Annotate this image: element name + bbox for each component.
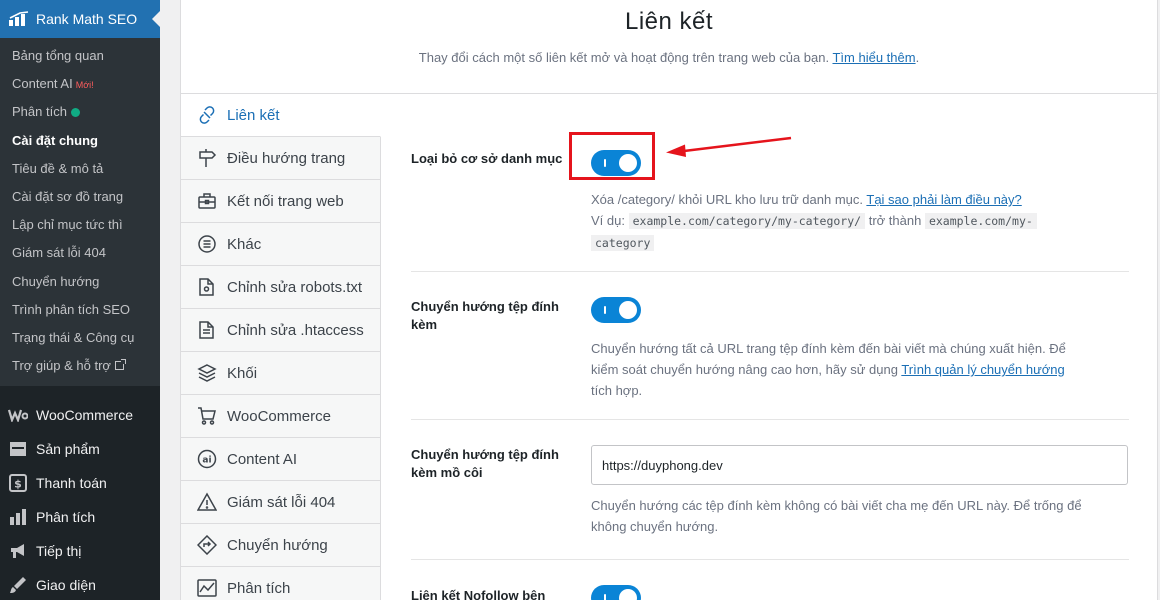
setting-label: Loại bỏ cơ sở danh mục: [411, 151, 563, 166]
tab-404-monitor[interactable]: Giám sát lỗi 404: [181, 481, 381, 524]
submenu-general-settings[interactable]: Cài đặt chung: [0, 127, 160, 155]
annotation-arrow: [666, 136, 792, 157]
example-code: example.com/my-: [924, 213, 1037, 229]
payments-icon: $: [8, 474, 28, 493]
folder-icon: [199, 278, 214, 296]
tab-htaccess[interactable]: Chỉnh sửa .htaccess: [181, 309, 381, 352]
nofollow-external-toggle[interactable]: [591, 585, 641, 600]
page-header: Liên kết Thay đổi cách một số liên kết m…: [181, 0, 1157, 94]
external-link-icon: [114, 359, 126, 371]
tab-content-ai[interactable]: ai Content AI: [181, 438, 381, 481]
analytics-icon: [8, 508, 28, 526]
rank-math-title: Rank Math SEO: [36, 11, 138, 27]
paintbrush-icon: [8, 576, 28, 594]
svg-text:$: $: [14, 478, 22, 491]
setting-description: Chuyển hướng tất cả URL trang tệp đính k…: [591, 341, 1066, 398]
setting-nofollow-external: Liên kết Nofollow bên: [411, 560, 1129, 600]
submenu-instant-indexing[interactable]: Lập chỉ mục tức thì: [0, 211, 160, 239]
page-title: Liên kết: [624, 8, 714, 35]
tab-analytics[interactable]: Phân tích: [181, 567, 381, 600]
rank-math-menu[interactable]: Rank Math SEO: [0, 0, 160, 38]
content-ai-icon: ai: [197, 449, 217, 469]
signpost-icon: [199, 149, 217, 167]
tab-blocks[interactable]: Khối: [181, 352, 381, 395]
setting-label: Liên kết Nofollow bên: [411, 588, 546, 600]
tab-webmaster-tools[interactable]: Kết nối trang web: [181, 180, 381, 223]
submenu-redirections[interactable]: Chuyển hướng: [0, 268, 160, 296]
setting-strip-category-base: Loại bỏ cơ sở danh mục Xóa /category/ kh…: [411, 94, 1129, 272]
admin-menu: WooCommerce Sản phẩm $ Thanh toán Phân t…: [0, 386, 160, 600]
woocommerce-icon: [8, 406, 28, 424]
status-dot-icon: [70, 108, 80, 118]
setting-orphan-attachments: Chuyển hướng tệp đính kèm mồ côi Chuyển …: [411, 420, 1129, 560]
menu-marketing[interactable]: Tiếp thị: [0, 534, 160, 568]
tab-breadcrumbs[interactable]: Điều hướng trang: [181, 137, 381, 180]
orphan-redirect-url-input[interactable]: [591, 445, 1128, 485]
submenu-seo-analyzer[interactable]: Trình phân tích SEO: [0, 296, 160, 324]
submenu-content-ai[interactable]: Content AI Mới!: [0, 70, 160, 98]
menu-products[interactable]: Sản phẩm: [0, 432, 160, 466]
menu-appearance[interactable]: Giao diện: [0, 568, 160, 600]
tab-woocommerce[interactable]: WooCommerce: [181, 395, 381, 438]
products-icon: [8, 440, 28, 458]
submenu-help-support[interactable]: Trợ giúp & hỗ trợ: [0, 352, 160, 380]
list-circle-icon: [198, 235, 216, 253]
cart-icon: [198, 407, 216, 425]
annotation-highlight-box: [569, 132, 655, 180]
redirect-icon: [197, 535, 217, 555]
redirect-attachments-toggle[interactable]: [591, 297, 641, 323]
svg-text:ai: ai: [202, 456, 211, 466]
menu-payments[interactable]: $ Thanh toán: [0, 466, 160, 500]
admin-sidebar: Rank Math SEO Bảng tổng quan Content AI M…: [0, 0, 160, 600]
menu-analytics[interactable]: Phân tích: [0, 500, 160, 534]
tab-links[interactable]: Liên kết: [181, 94, 381, 137]
warning-icon: [197, 492, 217, 511]
submenu-dashboard[interactable]: Bảng tổng quan: [0, 42, 160, 70]
learn-more-link[interactable]: Tìm hiểu thêm: [832, 50, 915, 65]
setting-label: Chuyển hướng tệp đính kèm: [411, 299, 559, 332]
file-icon: [199, 321, 214, 339]
setting-redirect-attachments: Chuyển hướng tệp đính kèm Chuyển hướng t…: [411, 272, 1129, 420]
settings-panel: Liên kết Thay đổi cách một số liên kết m…: [180, 0, 1158, 600]
tab-robots-txt[interactable]: Chỉnh sửa robots.txt: [181, 266, 381, 309]
rank-math-icon: [9, 11, 29, 26]
submenu-analytics[interactable]: Phân tích: [0, 98, 160, 126]
submenu-titles-meta[interactable]: Tiêu đề & mô tả: [0, 155, 160, 183]
why-do-this-link[interactable]: Tại sao phải làm điều này?: [866, 192, 1021, 207]
example-code: example.com/category/my-category/: [628, 213, 866, 229]
page-description: Thay đổi cách một số liên kết mở và hoạt…: [418, 50, 920, 65]
tab-others[interactable]: Khác: [181, 223, 381, 266]
menu-woocommerce[interactable]: WooCommerce: [0, 398, 160, 432]
redirection-manager-link[interactable]: Trình quản lý chuyển hướng: [901, 362, 1064, 377]
toolbox-icon: [198, 193, 216, 209]
megaphone-icon: [8, 542, 28, 560]
example-code: category: [591, 235, 655, 251]
submenu-status-tools[interactable]: Trạng thái & Công cụ: [0, 324, 160, 352]
tab-redirections[interactable]: Chuyển hướng: [181, 524, 381, 567]
link-icon: [199, 106, 215, 124]
submenu-sitemap[interactable]: Cài đặt sơ đồ trang: [0, 183, 160, 211]
chart-icon: [197, 579, 217, 597]
setting-description: Xóa /category/ khỏi URL kho lưu trữ danh…: [591, 189, 1129, 254]
rank-math-submenu: Bảng tổng quan Content AI Mới! Phân tích …: [0, 38, 160, 387]
blocks-icon: [197, 364, 217, 382]
new-badge: Mới!: [75, 80, 94, 91]
settings-tabs: Liên kết Điều hướng trang Kết nối trang …: [181, 94, 381, 600]
setting-description: Chuyển hướng các tệp đính kèm không có b…: [591, 498, 1082, 534]
submenu-404-monitor[interactable]: Giám sát lỗi 404: [0, 239, 160, 267]
settings-content: Loại bỏ cơ sở danh mục Xóa /category/ kh…: [411, 94, 1129, 600]
setting-label: Chuyển hướng tệp đính kèm mồ côi: [411, 447, 559, 480]
